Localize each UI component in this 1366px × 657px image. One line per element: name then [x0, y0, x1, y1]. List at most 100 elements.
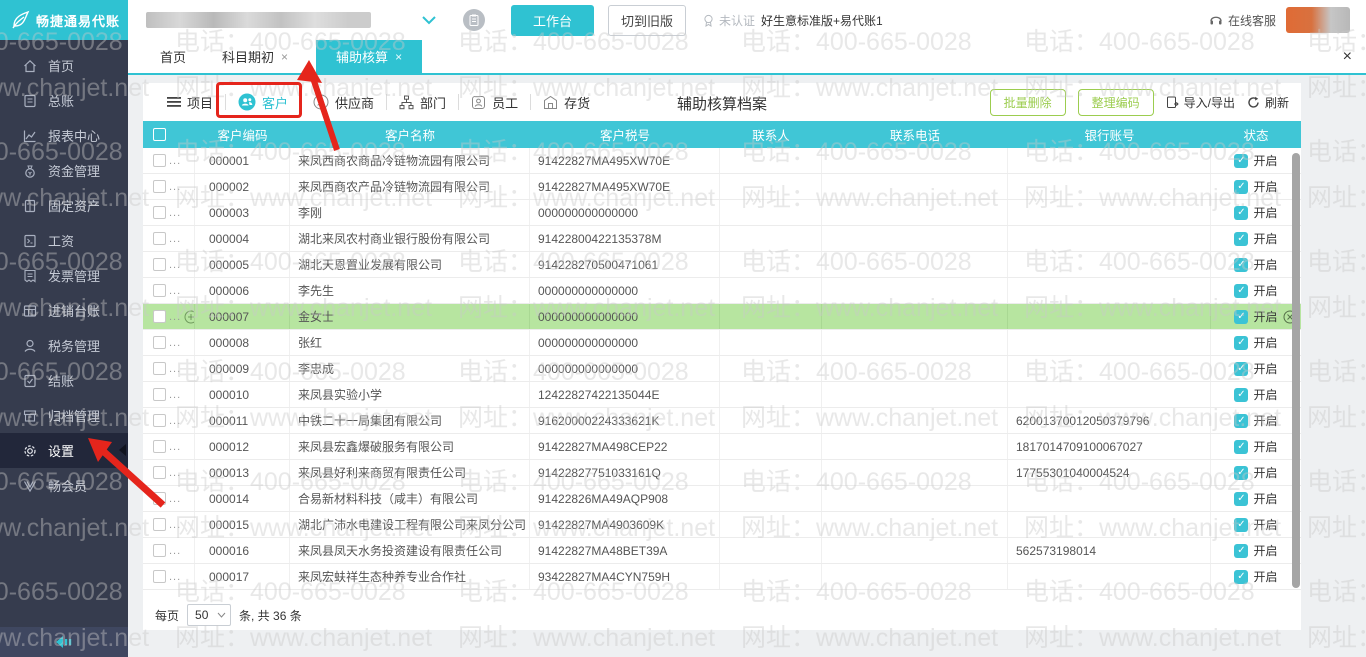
row-more-dots[interactable]: ...: [169, 233, 181, 245]
switch-old-version-button[interactable]: 切到旧版: [608, 4, 687, 36]
refresh-button[interactable]: 刷新: [1247, 94, 1289, 111]
table-row[interactable]: ... 000009 李忠成 000000000000000 ✓ 开启: [143, 356, 1301, 382]
select-all-checkbox[interactable]: [153, 128, 166, 141]
table-row[interactable]: ... 000001 来凤西商农商品冷链物流园有限公司 91422827MA49…: [143, 148, 1301, 174]
tab-home[interactable]: 首页: [142, 40, 204, 73]
row-checkbox[interactable]: [153, 154, 166, 167]
category-inventory[interactable]: 存货: [531, 88, 602, 117]
status-checkbox[interactable]: ✓: [1234, 517, 1249, 532]
sidebar-item-report-center[interactable]: 报表中心: [0, 118, 128, 153]
row-checkbox[interactable]: [153, 544, 166, 557]
status-checkbox[interactable]: ✓: [1234, 439, 1249, 454]
close-icon[interactable]: ×: [1343, 48, 1352, 66]
status-checkbox[interactable]: ✓: [1234, 231, 1249, 246]
row-more-dots[interactable]: ...: [169, 259, 181, 271]
table-row[interactable]: ... 000006 李先生 000000000000000 ✓ 开启: [143, 278, 1301, 304]
table-row[interactable]: ... 000007 金女士 000000000000000 ✓ 开启: [143, 304, 1301, 330]
vertical-scrollbar[interactable]: [1292, 153, 1300, 588]
table-row[interactable]: ... 000008 张红 000000000000000 ✓ 开启: [143, 330, 1301, 356]
row-checkbox[interactable]: [153, 336, 166, 349]
status-checkbox[interactable]: ✓: [1234, 569, 1249, 584]
table-row[interactable]: ... 000016 来凤县凤天水务投资建设有限责任公司 91422827MA4…: [143, 538, 1301, 564]
status-checkbox[interactable]: ✓: [1234, 257, 1249, 272]
sidebar-item-funds[interactable]: 资金管理: [0, 153, 128, 188]
status-checkbox[interactable]: ✓: [1234, 335, 1249, 350]
row-checkbox[interactable]: [153, 362, 166, 375]
expand-plus-icon[interactable]: [184, 310, 194, 324]
avatar[interactable]: [1286, 7, 1350, 33]
status-checkbox[interactable]: ✓: [1234, 309, 1249, 324]
table-row[interactable]: ... 000003 李刚 000000000000000 ✓ 开启: [143, 200, 1301, 226]
table-row[interactable]: ... 000010 来凤县实验小学 12422827422135044E ✓ …: [143, 382, 1301, 408]
row-more-dots[interactable]: ...: [169, 467, 181, 479]
status-checkbox[interactable]: ✓: [1234, 413, 1249, 428]
table-row[interactable]: ... 000017 来凤宏蚨祥生态种养专业合作社 93422827MA4CYN…: [143, 564, 1301, 590]
chevron-down-icon[interactable]: [421, 15, 437, 25]
row-checkbox[interactable]: [153, 570, 166, 583]
sidebar-item-tax[interactable]: 税务管理: [0, 328, 128, 363]
sidebar-item-archive[interactable]: 归档管理: [0, 398, 128, 433]
row-checkbox[interactable]: [153, 518, 166, 531]
online-service[interactable]: 在线客服: [1209, 12, 1276, 29]
table-row[interactable]: ... 000005 湖北天恩置业发展有限公司 9142282705004710…: [143, 252, 1301, 278]
row-checkbox[interactable]: [153, 492, 166, 505]
status-checkbox[interactable]: ✓: [1234, 465, 1249, 480]
sidebar-item-settings[interactable]: 设置: [0, 433, 128, 468]
row-more-dots[interactable]: ...: [169, 415, 181, 427]
status-checkbox[interactable]: ✓: [1234, 205, 1249, 220]
row-more-dots[interactable]: ...: [169, 545, 181, 557]
row-more-dots[interactable]: ...: [169, 155, 181, 167]
row-more-dots[interactable]: ...: [169, 519, 181, 531]
row-checkbox[interactable]: [153, 284, 166, 297]
status-checkbox[interactable]: ✓: [1234, 491, 1249, 506]
row-more-dots[interactable]: ...: [169, 571, 181, 583]
table-row[interactable]: ... 000011 中铁二十一局集团有限公司 9162000022433362…: [143, 408, 1301, 434]
batch-delete-button[interactable]: 批量删除: [989, 88, 1066, 116]
table-row[interactable]: ... 000002 来凤西商农产品冷链物流园有限公司 91422827MA49…: [143, 174, 1301, 200]
category-supplier[interactable]: 供应商: [301, 88, 386, 117]
row-checkbox[interactable]: [153, 440, 166, 453]
organize-codes-button[interactable]: 整理编码: [1077, 88, 1154, 116]
row-checkbox[interactable]: [153, 258, 166, 271]
row-checkbox[interactable]: [153, 466, 166, 479]
tab-close-icon[interactable]: ×: [281, 50, 288, 64]
status-checkbox[interactable]: ✓: [1234, 361, 1249, 376]
sidebar-item-home[interactable]: 首页: [0, 48, 128, 83]
workbench-button[interactable]: 工作台: [511, 4, 595, 36]
row-more-dots[interactable]: ...: [169, 311, 181, 323]
row-more-dots[interactable]: ...: [169, 337, 181, 349]
row-checkbox[interactable]: [153, 232, 166, 245]
table-row[interactable]: ... 000013 来凤县好利来商贸有限责任公司 91422827751033…: [143, 460, 1301, 486]
row-more-dots[interactable]: ...: [169, 363, 181, 375]
table-row[interactable]: ... 000012 来凤县宏鑫爆破服务有限公司 91422827MA498CE…: [143, 434, 1301, 460]
status-checkbox[interactable]: ✓: [1234, 153, 1249, 168]
row-more-dots[interactable]: ...: [169, 389, 181, 401]
clipboard-icon[interactable]: [463, 9, 485, 31]
row-more-dots[interactable]: ...: [169, 285, 181, 297]
status-checkbox[interactable]: ✓: [1234, 387, 1249, 402]
sidebar-item-invoices[interactable]: 发票管理: [0, 258, 128, 293]
sidebar-item-payroll[interactable]: 工资: [0, 223, 128, 258]
status-checkbox[interactable]: ✓: [1234, 179, 1249, 194]
table-row[interactable]: ... 000015 湖北广沛水电建设工程有限公司来凤分公司 91422827M…: [143, 512, 1301, 538]
category-employee[interactable]: 员工: [459, 88, 530, 117]
row-more-dots[interactable]: ...: [169, 493, 181, 505]
row-checkbox[interactable]: [153, 180, 166, 193]
tab-close-icon[interactable]: ×: [395, 50, 402, 64]
sidebar-collapse-button[interactable]: [0, 627, 128, 657]
row-checkbox[interactable]: [153, 206, 166, 219]
category-project[interactable]: 项目: [155, 88, 225, 117]
status-checkbox[interactable]: ✓: [1234, 283, 1249, 298]
tab-subject-opening[interactable]: 科目期初 ×: [204, 40, 306, 73]
tab-auxiliary-accounting[interactable]: 辅助核算 ×: [316, 40, 423, 73]
sidebar-item-purchase-sales[interactable]: 进销台账: [0, 293, 128, 328]
table-row[interactable]: ... 000004 湖北来凤农村商业银行股份有限公司 914228004221…: [143, 226, 1301, 252]
row-more-dots[interactable]: ...: [169, 441, 181, 453]
sidebar-item-fixed-assets[interactable]: 固定资产: [0, 188, 128, 223]
sidebar-item-closing[interactable]: 结账: [0, 363, 128, 398]
sidebar-item-general-ledger[interactable]: 总账: [0, 83, 128, 118]
row-checkbox[interactable]: [153, 414, 166, 427]
status-checkbox[interactable]: ✓: [1234, 543, 1249, 558]
category-department[interactable]: 部门: [387, 88, 458, 117]
row-more-dots[interactable]: ...: [169, 181, 181, 193]
